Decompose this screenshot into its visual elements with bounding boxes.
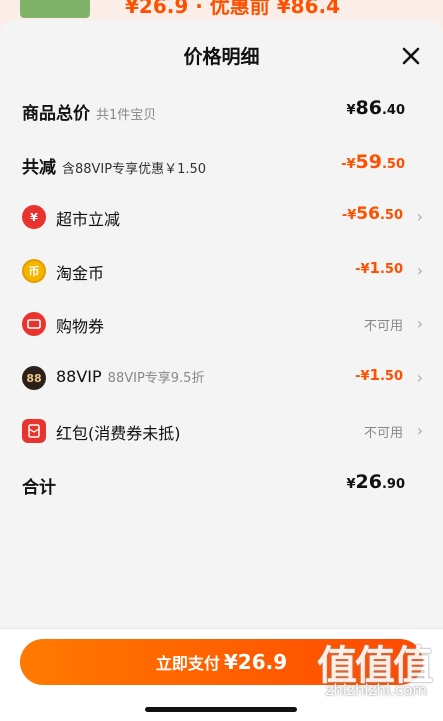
pay-now-label: 立即支付	[155, 654, 220, 673]
chevron-right-icon: ›	[416, 261, 423, 280]
row-taojinbi[interactable]: 币 淘金币 -¥1.50 ›	[0, 252, 443, 292]
close-icon[interactable]	[397, 42, 425, 70]
row-total-goods: 商品总价 共1件宝贝 ¥86.40	[0, 91, 443, 131]
supermarket-label: 超市立减	[56, 210, 121, 229]
watermark-url: zhizhizhi.com	[325, 681, 427, 699]
sum-value: ¥26.90	[346, 471, 405, 493]
vip-label: 88VIP	[56, 367, 102, 386]
bottom-bar: 立即支付 ¥26.9 值值值 zhizhizhi.com	[0, 628, 443, 721]
total-goods-label: 商品总价	[22, 104, 90, 124]
row-coupon[interactable]: 购物券 不可用 ›	[0, 305, 443, 345]
page-title: 价格明细	[183, 46, 260, 68]
pay-now-amount: ¥26.9	[223, 650, 288, 674]
ticket-icon	[22, 312, 46, 336]
coupon-label: 购物券	[56, 317, 105, 336]
total-goods-value: ¥86.40	[346, 97, 405, 119]
home-indicator	[145, 707, 297, 712]
row-supermarket-discount[interactable]: ¥ 超市立减 -¥56.50 ›	[0, 198, 443, 238]
discount-total-label: 共减	[22, 158, 56, 178]
peek-price-text: ¥26.9 · 优惠前 ¥86.4	[125, 0, 341, 18]
discount-total-value: -¥59.50	[341, 151, 405, 173]
taojinbi-value: -¥1.50	[355, 259, 403, 277]
total-goods-sub: 共1件宝贝	[96, 108, 157, 123]
chevron-right-icon: ›	[416, 314, 423, 333]
row-sum: 合计 ¥26.90	[0, 465, 443, 505]
row-discount-total: 共减 含88VIP专享优惠￥1.50 -¥59.50	[0, 145, 443, 185]
chevron-right-icon: ›	[416, 421, 423, 440]
taojinbi-label: 淘金币	[56, 264, 105, 283]
sum-label: 合计	[22, 478, 56, 498]
chevron-right-icon: ›	[416, 368, 423, 387]
red-packet-status: 不可用	[363, 426, 403, 441]
discount-total-sub: 含88VIP专享优惠￥1.50	[62, 162, 207, 177]
coin-icon: 币	[22, 259, 46, 283]
yen-icon: ¥	[22, 205, 46, 229]
vip-sub: 88VIP专享9.5折	[107, 371, 205, 386]
supermarket-value: -¥56.50	[341, 204, 403, 224]
vip-88-icon: 88	[22, 366, 46, 390]
chevron-right-icon: ›	[416, 207, 423, 226]
row-red-packet[interactable]: 红包(消费券未抵) 不可用 ›	[0, 412, 443, 452]
red-packet-label: 红包(消费券未抵)	[56, 424, 181, 443]
coupon-status: 不可用	[363, 319, 403, 334]
price-detail-sheet: 价格明细 商品总价 共1件宝贝 ¥86.40 共减 含88VIP专享优惠￥1.50 …	[0, 20, 443, 720]
row-88vip[interactable]: 88 88VIP 88VIP专享9.5折 -¥1.50 ›	[0, 359, 443, 399]
product-thumbnail	[20, 0, 90, 18]
red-packet-icon	[22, 419, 46, 443]
vip-value: -¥1.50	[355, 366, 403, 384]
